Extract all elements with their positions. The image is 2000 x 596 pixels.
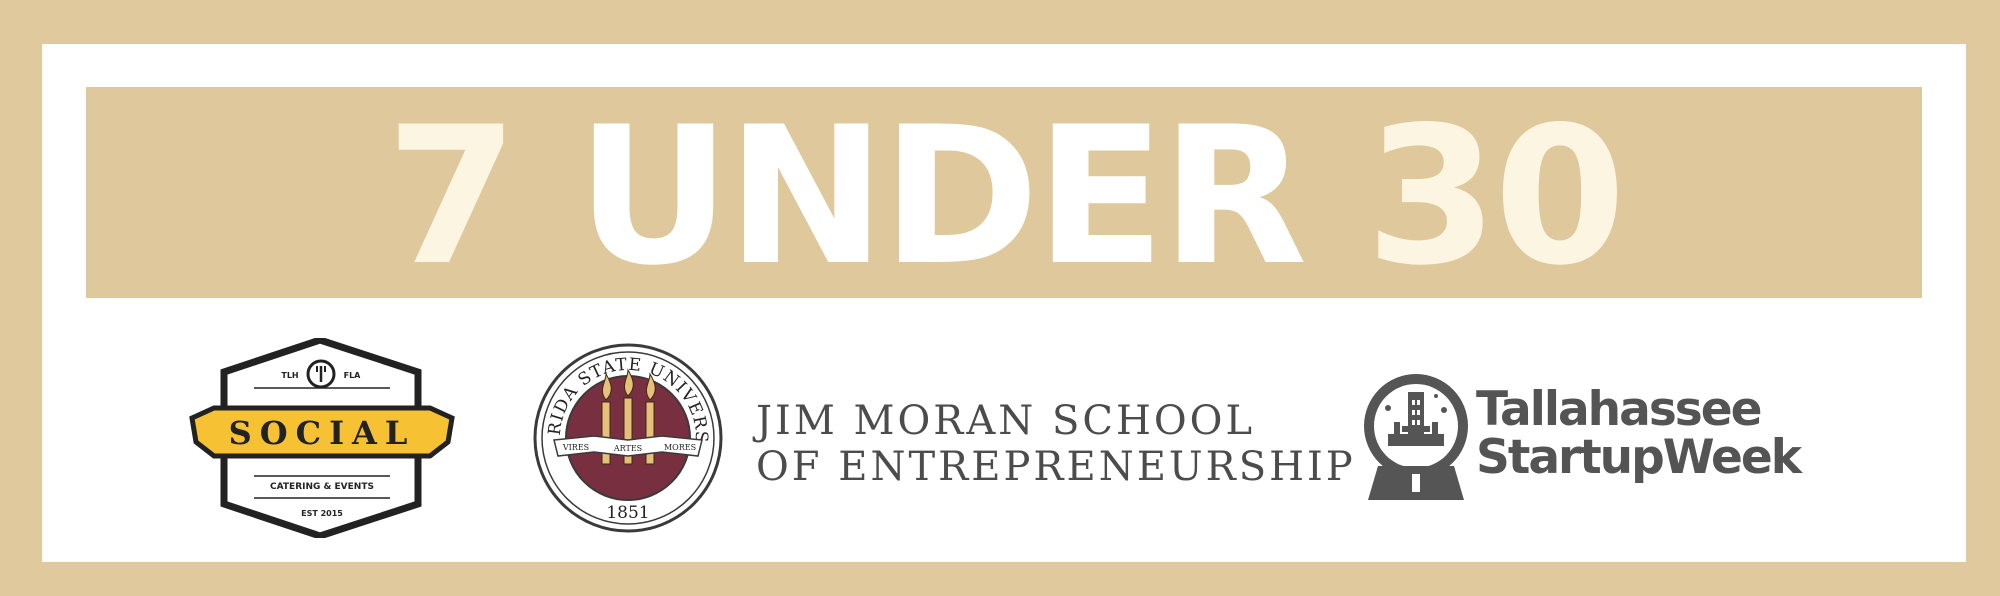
seal-year: 1851 (606, 503, 649, 523)
social-name: SOCIAL (229, 414, 416, 452)
snow-globe-icon (1364, 374, 1468, 500)
social-tlh: TLH (281, 371, 298, 380)
jim-moran-line1: JIM MORAN SCHOOL (756, 398, 1256, 444)
social-tagline: CATERING & EVENTS (270, 482, 374, 492)
seal-ribbon-mores: MORES (664, 443, 696, 452)
social-established: EST 2015 (301, 509, 343, 518)
seal-ribbon-vires: VIRES (562, 443, 589, 452)
fsu-seal: FLORIDA STATE UNIVERSITY VIRES ARTES MOR… (532, 342, 723, 533)
social-fla: FLA (344, 371, 362, 380)
headline-word-under: UNDER (576, 85, 1307, 307)
tallahassee-startup-week-wordmark: Tallahassee StartupWeek (1476, 382, 1802, 485)
headline: 7 UNDER 30 (386, 101, 1626, 292)
tsw-line1: Tallahassee (1476, 382, 1763, 437)
headline-number-7: 7 (385, 85, 518, 307)
headline-number-30: 30 (1365, 85, 1626, 307)
jim-moran-line2: OF ENTREPRENEURSHIP (756, 444, 1356, 490)
headline-banner: 7 UNDER 30 (86, 87, 1922, 298)
social-logo: TLH FLA SOCIAL CATERING & EVENTS EST 201… (189, 338, 455, 538)
tsw-line2: StartupWeek (1476, 430, 1802, 485)
seal-ribbon-artes: ARTES (613, 444, 642, 453)
jim-moran-school-wordmark: JIM MORAN SCHOOL OF ENTREPRENEURSHIP (756, 398, 1356, 490)
